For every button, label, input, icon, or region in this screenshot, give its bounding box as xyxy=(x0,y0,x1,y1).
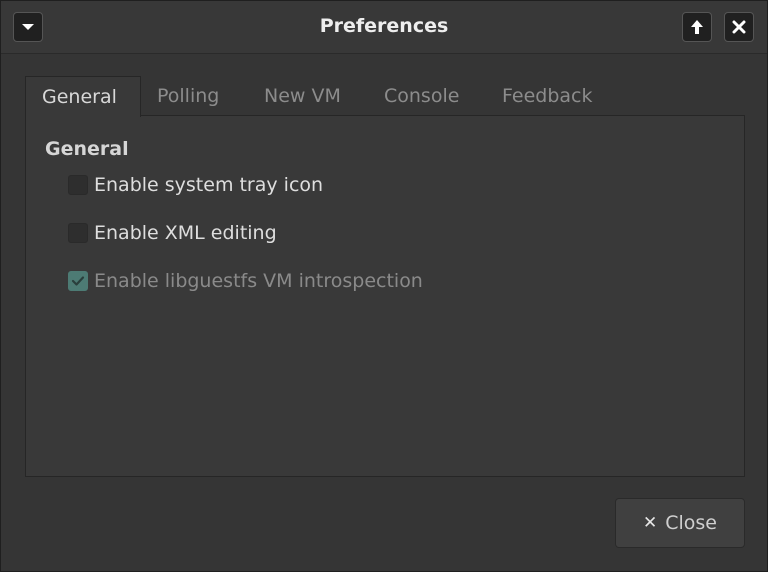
tab-new-vm[interactable]: New VM xyxy=(248,76,357,115)
title-bar[interactable]: Preferences xyxy=(1,1,767,54)
libguestfs-label: Enable libguestfs VM introspection xyxy=(94,270,423,292)
tab-feedback[interactable]: Feedback xyxy=(486,76,608,115)
checkmark-icon xyxy=(71,276,85,286)
xml-editing-option[interactable]: Enable XML editing xyxy=(68,222,277,244)
close-button-label: Close xyxy=(665,512,717,534)
tab-general[interactable]: General xyxy=(25,76,141,117)
section-title: General xyxy=(45,138,129,160)
tab-polling[interactable]: Polling xyxy=(141,76,235,115)
libguestfs-option: Enable libguestfs VM introspection xyxy=(68,270,423,292)
system-tray-option[interactable]: Enable system tray icon xyxy=(68,174,323,196)
xml-editing-label: Enable XML editing xyxy=(94,222,277,244)
maximize-button[interactable] xyxy=(682,12,712,42)
xml-editing-checkbox[interactable] xyxy=(68,223,88,243)
libguestfs-checkbox xyxy=(68,271,88,291)
close-window-button[interactable] xyxy=(724,12,754,42)
system-tray-checkbox[interactable] xyxy=(68,175,88,195)
close-button[interactable]: ✕ Close xyxy=(615,498,745,548)
close-x-icon: ✕ xyxy=(642,513,658,533)
system-tray-label: Enable system tray icon xyxy=(94,174,324,196)
tab-panel-general: General Enable system tray icon Enable X… xyxy=(25,115,745,477)
preferences-window: Preferences General Polling New VM Conso… xyxy=(0,0,768,572)
tab-console[interactable]: Console xyxy=(368,76,475,115)
close-x-icon xyxy=(732,20,746,34)
window-title: Preferences xyxy=(319,15,449,37)
arrow-up-icon xyxy=(691,20,703,34)
